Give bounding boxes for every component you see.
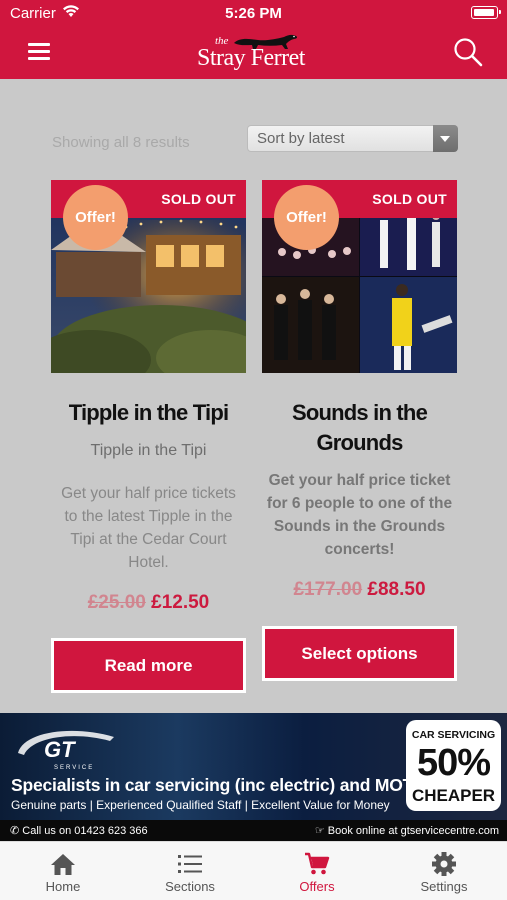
tab-home[interactable]: Home	[0, 842, 126, 900]
sale-price: £12.50	[151, 592, 210, 613]
advert-banner[interactable]: GT SERVICE Specialists in car servicing …	[0, 713, 507, 841]
product-description: Get your half price ticket for 6 people …	[266, 472, 453, 558]
product-subtitle: Tipple in the Tipi	[90, 442, 207, 459]
list-icon	[178, 855, 202, 873]
original-price: £25.00	[87, 592, 146, 613]
sale-price: £88.50	[367, 579, 426, 600]
product-description: Get your half price tickets to the lates…	[61, 485, 236, 571]
gt-service-logo: GT SERVICE	[18, 730, 114, 771]
app-header: Carrier 5:26 PM the Stray Ferret	[0, 0, 507, 79]
ad-discount-badge: CAR SERVICING 50% CHEAPER	[406, 720, 501, 811]
tab-offers[interactable]: Offers	[254, 842, 380, 900]
cart-icon	[305, 852, 330, 875]
home-icon	[51, 854, 75, 875]
status-bar: Carrier 5:26 PM	[0, 0, 507, 28]
ad-website: ☞ Book online at gtservicecentre.com	[314, 825, 499, 837]
offer-badge: Offer!	[63, 185, 128, 250]
logo-text: Stray Ferret	[197, 45, 305, 71]
product-title[interactable]: Tipple in the Tipi	[51, 398, 246, 428]
read-more-button[interactable]: Read more	[51, 638, 246, 693]
original-price: £177.00	[293, 579, 363, 600]
sort-selected-value: Sort by latest	[257, 130, 345, 147]
ad-headline: Specialists in car servicing (inc electr…	[11, 775, 414, 795]
ad-contact-bar: ✆ Call us on 01423 623 366 ☞ Book online…	[0, 820, 507, 841]
offer-badge: Offer!	[274, 185, 339, 250]
product-price: £177.00 £88.50	[262, 579, 457, 601]
stray-ferret-logo[interactable]: the Stray Ferret	[195, 31, 313, 73]
chevron-down-icon	[433, 125, 458, 152]
results-count: Showing all 8 results	[52, 134, 190, 151]
ad-phone: ✆ Call us on 01423 623 366	[10, 825, 148, 837]
product-title[interactable]: Sounds in the Grounds	[262, 398, 457, 458]
svg-text:GT: GT	[44, 737, 76, 762]
gear-icon	[432, 852, 456, 876]
hamburger-menu-icon[interactable]	[24, 39, 54, 63]
select-options-button[interactable]: Select options	[262, 626, 457, 681]
svg-text:SERVICE: SERVICE	[54, 765, 94, 771]
search-icon[interactable]	[452, 36, 484, 68]
status-time: 5:26 PM	[225, 5, 282, 22]
bottom-tab-bar: Home Sections Offers Settings	[0, 841, 507, 900]
product-price: £25.00 £12.50	[51, 592, 246, 614]
sort-select[interactable]: Sort by latest	[247, 125, 458, 152]
tab-settings[interactable]: Settings	[381, 842, 507, 900]
ad-subline: Genuine parts | Experienced Qualified St…	[11, 798, 390, 812]
battery-icon	[471, 6, 501, 19]
tab-sections[interactable]: Sections	[127, 842, 253, 900]
